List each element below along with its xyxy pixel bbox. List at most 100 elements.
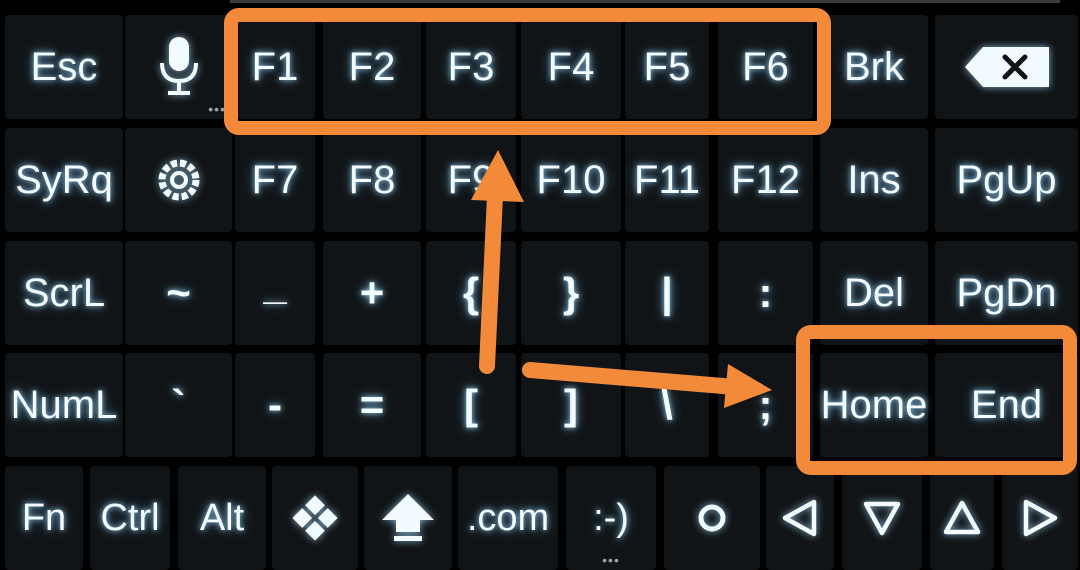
key-plus[interactable]: + (323, 241, 421, 345)
key-label: Del (843, 270, 905, 315)
key-label: End (970, 382, 1043, 427)
microphone-icon (156, 35, 202, 99)
key-f5[interactable]: F5 (625, 15, 709, 119)
key-label: F8 (348, 157, 396, 202)
key-label: F7 (251, 157, 299, 202)
key-f1[interactable]: F1 (235, 15, 315, 119)
key-backtick[interactable]: ` (125, 353, 232, 457)
key-label: F4 (547, 44, 595, 89)
key-left-brace[interactable]: { (426, 241, 516, 345)
key-label: Alt (199, 496, 245, 539)
triangle-down-icon (862, 498, 902, 538)
key-right-bracket[interactable]: ] (521, 353, 621, 457)
key-brk[interactable]: Brk (820, 15, 928, 119)
key-label: .com (466, 496, 550, 539)
key-label: SyRq (15, 157, 113, 202)
key-home[interactable]: Home (820, 353, 928, 457)
key-label: :-) (593, 496, 629, 539)
key-label: = (359, 381, 385, 428)
key-windows[interactable] (272, 466, 358, 570)
key-label: F10 (536, 157, 606, 202)
key-scrl[interactable]: ScrL (5, 241, 123, 345)
key-label: | (661, 269, 673, 316)
key-backspace[interactable] (935, 15, 1078, 119)
key-label: Ctrl (100, 496, 160, 539)
key-f11[interactable]: F11 (625, 128, 709, 232)
key-label: + (359, 269, 385, 316)
key-microphone[interactable]: ••• (125, 15, 232, 119)
key-f2[interactable]: F2 (323, 15, 421, 119)
key-label: Esc (30, 44, 98, 89)
triangle-right-icon (1020, 498, 1060, 538)
key-label: ` (171, 381, 186, 428)
windows-icon (290, 493, 340, 543)
key-arrow-left[interactable] (766, 466, 834, 570)
key-ctrl[interactable]: Ctrl (90, 466, 170, 570)
key-numl[interactable]: NumL (5, 353, 123, 457)
key-label: : (758, 269, 773, 316)
key-label: NumL (10, 382, 118, 427)
backspace-icon (963, 45, 1051, 89)
key-left-bracket[interactable]: [ (426, 353, 516, 457)
key-equals[interactable]: = (323, 353, 421, 457)
key-colon[interactable]: : (718, 241, 813, 345)
key-label: PgUp (956, 157, 1057, 202)
key-tilde[interactable]: ~ (125, 241, 232, 345)
key-label: F1 (251, 44, 299, 89)
more-options-icon: ••• (208, 101, 226, 117)
key-ins[interactable]: Ins (820, 128, 928, 232)
key-esc[interactable]: Esc (5, 15, 123, 119)
key-pgdn[interactable]: PgDn (935, 241, 1078, 345)
key-f8[interactable]: F8 (323, 128, 421, 232)
key-pipe[interactable]: | (625, 241, 709, 345)
key-label: F9 (447, 157, 495, 202)
key-f12[interactable]: F12 (718, 128, 813, 232)
key-arrow-right[interactable] (1002, 466, 1078, 570)
key-label: } (562, 269, 580, 316)
key-backslash[interactable]: \ (625, 353, 709, 457)
key-arrow-down[interactable] (842, 466, 922, 570)
more-options-icon: ••• (602, 552, 620, 568)
key-f6[interactable]: F6 (718, 15, 813, 119)
key-label: PgDn (956, 270, 1057, 315)
circle-icon (696, 502, 728, 534)
key-arrow-up[interactable] (930, 466, 994, 570)
key-label: F5 (643, 44, 691, 89)
key-settings[interactable] (125, 128, 232, 232)
key-del[interactable]: Del (820, 241, 928, 345)
key-shift[interactable] (364, 466, 452, 570)
key-alt[interactable]: Alt (178, 466, 266, 570)
key-end[interactable]: End (935, 353, 1078, 457)
shift-arrow-icon (380, 492, 436, 544)
key-label: F12 (731, 157, 800, 202)
key-underscore[interactable]: _ (235, 241, 315, 345)
key-semicolon[interactable]: ; (718, 353, 813, 457)
key-label: - (268, 381, 282, 428)
key-label: _ (263, 261, 287, 308)
key-label: ~ (166, 269, 191, 316)
key-smiley[interactable]: :-) ••• (566, 466, 656, 570)
key-label: F3 (447, 44, 495, 89)
key-f10[interactable]: F10 (521, 128, 621, 232)
key-f3[interactable]: F3 (426, 15, 516, 119)
top-divider (230, 0, 1060, 3)
key-fn[interactable]: Fn (5, 466, 83, 570)
key-syrq[interactable]: SyRq (5, 128, 123, 232)
key-f4[interactable]: F4 (521, 15, 621, 119)
key-f9[interactable]: F9 (426, 128, 516, 232)
key-label: [ (464, 381, 478, 428)
triangle-up-icon (942, 498, 982, 538)
key-dotcom[interactable]: .com (458, 466, 558, 570)
key-label: F2 (348, 44, 396, 89)
key-right-brace[interactable]: } (521, 241, 621, 345)
key-label: F6 (742, 44, 789, 89)
triangle-left-icon (780, 498, 820, 538)
key-label: Fn (21, 496, 67, 539)
key-minus[interactable]: - (235, 353, 315, 457)
key-label: ; (758, 381, 773, 428)
key-label: { (462, 269, 480, 316)
key-circle[interactable] (664, 466, 760, 570)
key-label: F11 (634, 157, 700, 202)
key-pgup[interactable]: PgUp (935, 128, 1078, 232)
key-f7[interactable]: F7 (235, 128, 315, 232)
